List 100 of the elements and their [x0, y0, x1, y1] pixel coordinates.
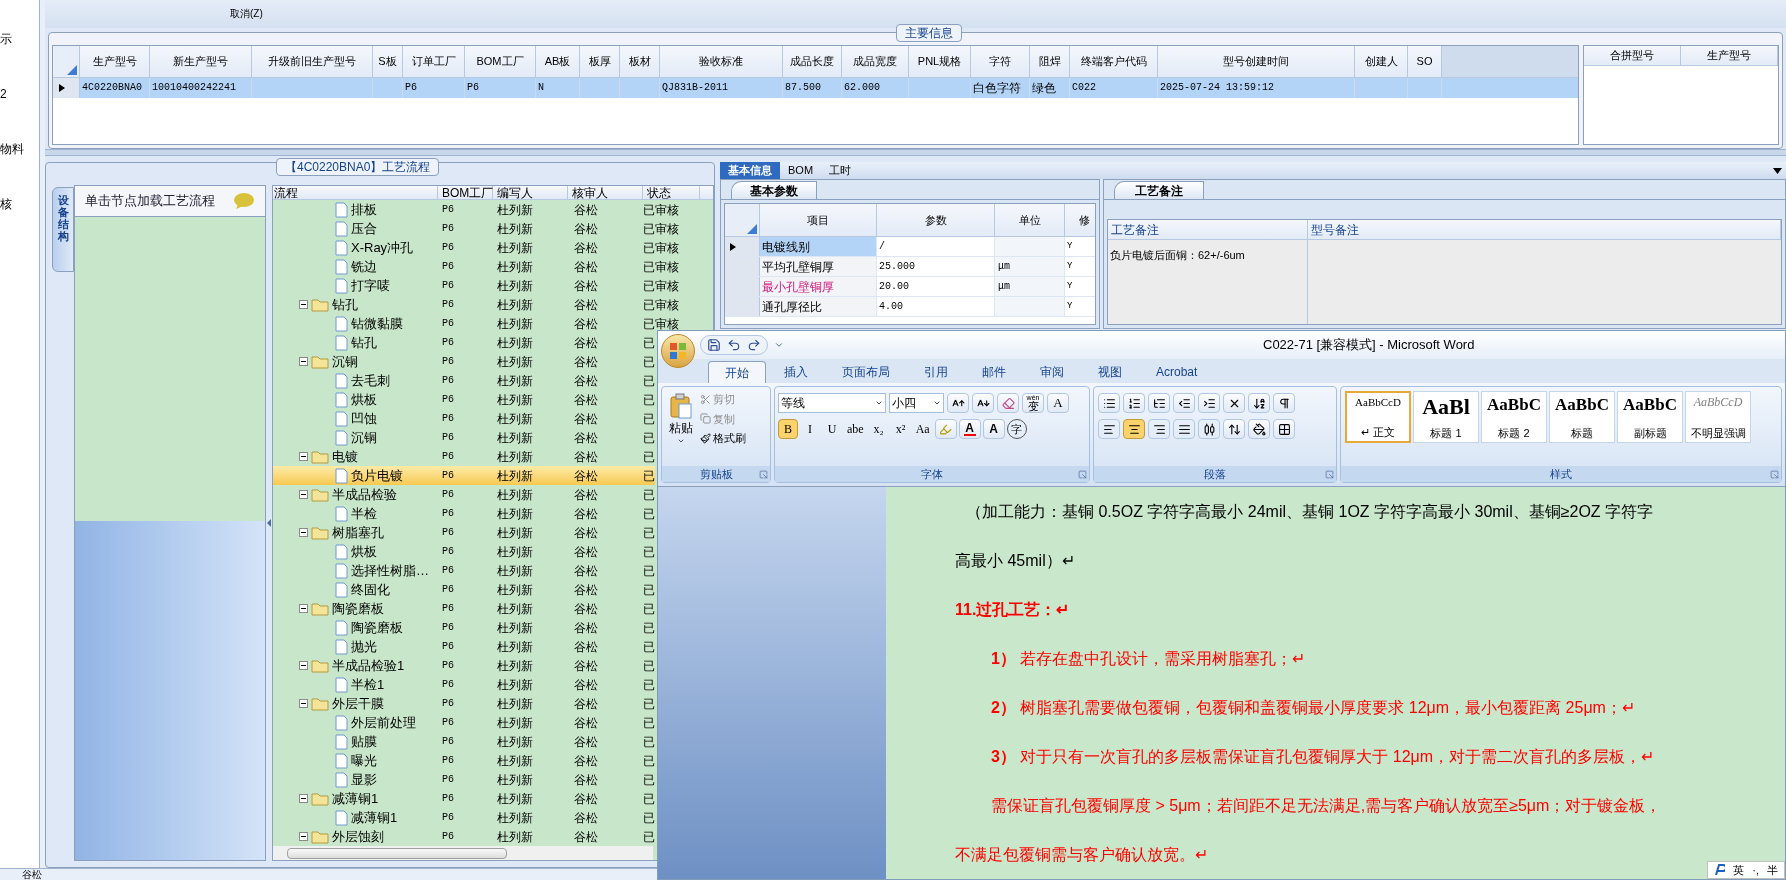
nav-label[interactable]: 物料 — [0, 142, 24, 156]
style-tile[interactable]: AaBbC 副标题 — [1617, 391, 1683, 443]
grow-font-button[interactable] — [947, 393, 969, 413]
horizontal-scrollbar[interactable] — [273, 846, 653, 860]
style-tile[interactable]: AaBbC 标题 2 — [1481, 391, 1547, 443]
table-row[interactable]: 通孔厚径比 4.00 Y — [725, 297, 1095, 317]
collapse-icon[interactable] — [299, 604, 308, 613]
tab[interactable]: 工艺备注 — [1114, 181, 1204, 199]
format-button[interactable]: Aa — [912, 419, 933, 439]
ribbon-tab[interactable]: 邮件 — [966, 361, 1022, 383]
tab[interactable]: 工时 — [821, 162, 860, 179]
tree-row[interactable]: 打字唛 P6 杜列新 谷松 已审核 — [273, 276, 679, 295]
tree-row[interactable]: 电镀 P6 杜列新 谷松 已 — [273, 447, 655, 466]
nav-label[interactable]: 示 — [0, 32, 12, 46]
collapse-icon[interactable] — [299, 528, 308, 537]
ribbon-tab[interactable]: 开始 — [708, 361, 766, 383]
sort-button[interactable] — [1248, 393, 1270, 413]
clear-format-button[interactable] — [997, 393, 1019, 413]
table-row[interactable]: 电镀线别 / Y — [725, 237, 1095, 257]
ribbon-tab[interactable]: 视图 — [1082, 361, 1138, 383]
align-button[interactable] — [1173, 419, 1195, 439]
align-button[interactable] — [1123, 419, 1145, 439]
font-size-field[interactable]: 小四 — [889, 393, 944, 413]
tree-row[interactable]: 半检 P6 杜列新 谷松 已 — [273, 504, 655, 523]
side-tab[interactable]: 设备结构 — [52, 187, 74, 272]
tree-row[interactable]: 减薄铜1 P6 杜列新 谷松 已 — [273, 789, 655, 808]
format-button[interactable]: U — [822, 419, 842, 439]
show-marks-button[interactable] — [1273, 393, 1295, 413]
numbering-button[interactable] — [1123, 393, 1145, 413]
collapse-icon[interactable] — [299, 794, 308, 803]
paste-button[interactable]: 粘贴 — [662, 387, 700, 466]
char-shading-button[interactable]: A — [982, 419, 1005, 439]
multilevel-list-button[interactable] — [1148, 393, 1170, 413]
tree-row[interactable]: 半检1 P6 杜列新 谷松 已 — [273, 675, 655, 694]
nav-label[interactable]: 核 — [0, 197, 12, 211]
tree-row[interactable]: 树脂塞孔 P6 杜列新 谷松 已 — [273, 523, 655, 542]
style-tile[interactable]: AaBbCcD 不明显强调 — [1685, 391, 1751, 443]
align-button[interactable] — [1148, 419, 1170, 439]
ribbon-tab[interactable]: Acrobat — [1140, 361, 1214, 383]
ime-indicator[interactable]: 英 — [1733, 861, 1745, 879]
dropdown-icon[interactable] — [1773, 167, 1782, 174]
tree-row[interactable]: 显影 P6 杜列新 谷松 已 — [273, 770, 655, 789]
collapse-icon[interactable] — [299, 832, 308, 841]
tab[interactable]: 基本参数 — [731, 181, 817, 199]
tree-row[interactable]: 曝光 P6 杜列新 谷松 已 — [273, 751, 655, 770]
align-button[interactable] — [1198, 419, 1220, 439]
asian-layout-button[interactable] — [1223, 393, 1245, 413]
nav-label[interactable]: 2 — [0, 87, 7, 101]
tree-row[interactable]: 陶瓷磨板 P6 杜列新 谷松 已 — [273, 618, 655, 637]
align-button[interactable] — [1098, 419, 1120, 439]
ime-toolbar[interactable]: 英 ·, 半 — [1707, 861, 1785, 879]
table-row[interactable]: 最小孔壁铜厚 20.00 μm Y — [725, 277, 1095, 297]
tree-row[interactable]: 半成品检验1 P6 杜列新 谷松 已 — [273, 656, 655, 675]
tree-row[interactable]: 铣边 P6 杜列新 谷松 已审核 — [273, 257, 679, 276]
tree-row[interactable]: 沉铜 P6 杜列新 谷松 已 — [273, 428, 655, 447]
shading-button[interactable] — [1248, 419, 1270, 439]
tree-row[interactable]: 贴膜 P6 杜列新 谷松 已 — [273, 732, 655, 751]
tree-row[interactable]: 凹蚀 P6 杜列新 谷松 已 — [273, 409, 655, 428]
tree-row[interactable]: 沉铜 P6 杜列新 谷松 已 — [273, 352, 655, 371]
collapse-icon[interactable] — [299, 452, 308, 461]
collapse-icon[interactable] — [299, 357, 308, 366]
tree-row[interactable]: 抛光 P6 杜列新 谷松 已 — [273, 637, 655, 656]
tree-row[interactable]: 烘板 P6 杜列新 谷松 已 — [273, 390, 655, 409]
table-row[interactable]: 4C0220BNA0 10010400242241 P6 P6 N QJ831B-2011 87.500 62.000 白色字符 绿色 C022 2025-07-24 13:59:12 — [53, 77, 1578, 98]
tree-row[interactable]: 半成品检验 P6 杜列新 谷松 已 — [273, 485, 655, 504]
toolbar-label[interactable]: 取消(Z) — [230, 9, 263, 19]
ribbon-tab[interactable]: 页面布局 — [826, 361, 906, 383]
splitter-handle[interactable] — [45, 149, 1786, 156]
bullets-button[interactable] — [1098, 393, 1120, 413]
font-color-button[interactable]: A — [958, 419, 981, 439]
tab[interactable]: BOM — [780, 162, 822, 179]
shrink-font-button[interactable] — [972, 393, 994, 413]
tree-row[interactable]: 烘板 P6 杜列新 谷松 已 — [273, 542, 655, 561]
undo-icon[interactable] — [727, 338, 741, 352]
collapse-icon[interactable] — [299, 661, 308, 670]
tree-row[interactable]: 钻微黏膜 P6 杜列新 谷松 已审核 — [273, 314, 679, 333]
corner-triangle-icon[interactable] — [747, 224, 757, 234]
ime-indicator[interactable]: ·, — [1752, 861, 1759, 879]
tree-row[interactable]: 压合 P6 杜列新 谷松 已审核 — [273, 219, 679, 238]
tree-row[interactable]: 排板 P6 杜列新 谷松 已审核 — [273, 200, 679, 219]
format-button[interactable]: abe — [844, 419, 867, 439]
style-tile[interactable]: AaBbCcD ↵ 正文 — [1345, 391, 1411, 443]
ribbon-tab[interactable]: 插入 — [768, 361, 824, 383]
tree-row[interactable]: X-Ray冲孔 P6 杜列新 谷松 已审核 — [273, 238, 679, 257]
tree-row[interactable]: 终固化 P6 杜列新 谷松 已 — [273, 580, 655, 599]
tree-row[interactable]: 陶瓷磨板 P6 杜列新 谷松 已 — [273, 599, 655, 618]
save-icon[interactable] — [707, 338, 721, 352]
ime-indicator[interactable]: 半 — [1767, 861, 1778, 879]
tree-row[interactable]: 减薄铜1 P6 杜列新 谷松 已 — [273, 808, 655, 827]
increase-indent-button[interactable] — [1198, 393, 1220, 413]
line-spacing-button[interactable] — [1223, 419, 1245, 439]
tree-row[interactable]: 外层干膜 P6 杜列新 谷松 已 — [273, 694, 655, 713]
tree-row[interactable]: 负片电镀 P6 杜列新 谷松 已 — [273, 466, 655, 485]
redo-icon[interactable] — [747, 338, 761, 352]
font-name-field[interactable]: 等线 — [778, 393, 886, 413]
format-button[interactable]: B — [778, 419, 798, 439]
tree-row[interactable]: 钻孔 P6 杜列新 谷松 已 — [273, 333, 655, 352]
char-border-button[interactable]: A — [1047, 393, 1069, 413]
style-tile[interactable]: AaBl 标题 1 — [1413, 391, 1479, 443]
collapse-icon[interactable] — [299, 300, 308, 309]
